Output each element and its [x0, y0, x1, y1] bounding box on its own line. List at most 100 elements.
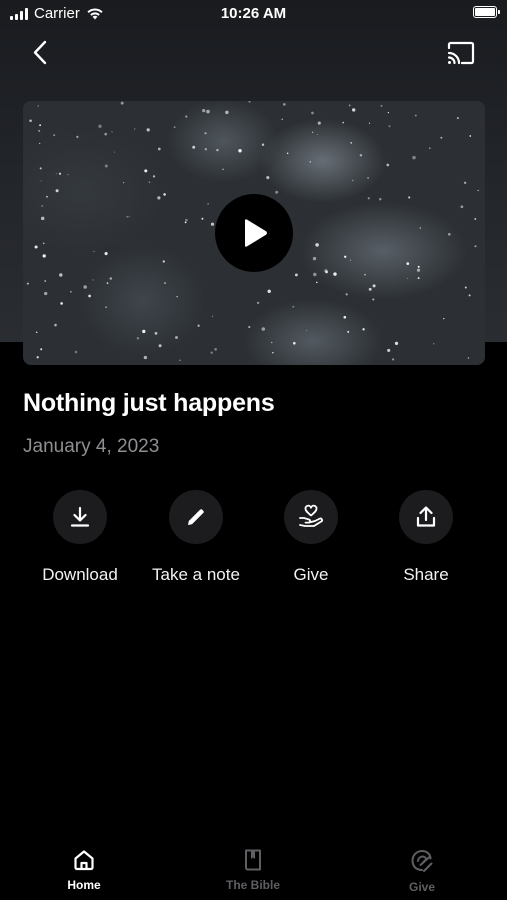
snow-fleck [448, 233, 451, 236]
snow-fleck [93, 250, 95, 253]
video-player[interactable] [23, 101, 485, 365]
tab-give[interactable]: Give [362, 848, 482, 894]
sermon-title: Nothing just happens [23, 389, 275, 417]
snow-fleck [469, 135, 472, 137]
snow-fleck [176, 295, 178, 298]
snow-fleck [44, 280, 46, 282]
snow-fleck [201, 217, 204, 220]
snow-fleck [216, 148, 219, 152]
snow-fleck [407, 277, 409, 279]
snow-fleck [345, 293, 348, 296]
snow-fleck [477, 189, 479, 192]
snow-fleck [104, 132, 108, 136]
snow-fleck [311, 131, 314, 133]
snow-fleck [70, 290, 72, 293]
snow-fleck [359, 154, 363, 157]
snow-fleck [152, 175, 156, 178]
snow-fleck [142, 329, 146, 334]
snow-fleck [123, 182, 125, 184]
snow-fleck [419, 227, 422, 229]
snow-fleck [38, 129, 41, 132]
snow-fleck [261, 327, 266, 331]
play-icon [245, 219, 267, 247]
play-button[interactable] [215, 194, 293, 272]
snow-fleck [283, 103, 286, 106]
snow-fleck [272, 351, 274, 354]
snow-fleck [41, 204, 44, 207]
snow-fleck [98, 124, 102, 128]
snow-fleck [443, 317, 445, 320]
snow-fleck [204, 132, 207, 135]
snow-fleck [136, 337, 140, 340]
download-button[interactable]: Download [20, 490, 140, 585]
snow-fleck [60, 302, 63, 305]
snow-fleck [55, 189, 59, 193]
snow-fleck [173, 126, 176, 128]
book-icon [245, 849, 261, 871]
snow-fleck [417, 277, 420, 280]
screen: Carrier 10:26 AM Nothing just happens Ja… [0, 0, 507, 900]
cast-button[interactable] [446, 40, 476, 66]
snow-fleck [42, 254, 46, 258]
snow-fleck [343, 315, 347, 319]
snow-fleck [248, 325, 251, 329]
back-button[interactable] [28, 38, 54, 68]
snow-fleck [417, 265, 420, 268]
snow-fleck [352, 108, 356, 112]
snow-fleck [286, 152, 289, 155]
status-time: 10:26 AM [220, 5, 287, 22]
snow-fleck [144, 169, 148, 173]
download-circle [53, 490, 107, 544]
snow-fleck [40, 216, 45, 221]
snow-fleck [362, 328, 365, 331]
snow-fleck [158, 344, 162, 348]
snow-fleck [368, 287, 372, 291]
download-label: Download [42, 565, 118, 584]
snow-fleck [428, 147, 431, 150]
give-button[interactable]: Give [251, 490, 371, 585]
snow-fleck [460, 205, 464, 209]
snow-fleck [412, 155, 416, 160]
pencil-icon [188, 509, 204, 525]
tab-the-bible[interactable]: The Bible [193, 848, 313, 892]
snow-fleck [270, 341, 273, 344]
take-note-button[interactable]: Take a note [136, 490, 256, 585]
snow-fleck [163, 282, 167, 285]
snow-fleck [394, 341, 399, 346]
snow-fleck [154, 332, 158, 335]
snow-fleck [35, 331, 38, 334]
snow-fleck [386, 163, 390, 167]
snow-fleck [46, 195, 48, 198]
snow-fleck [55, 173, 57, 175]
share-button[interactable]: Share [366, 490, 486, 585]
tab-give-label: Give [408, 880, 435, 894]
share-circle [399, 490, 453, 544]
snow-fleck [120, 101, 124, 105]
snow-fleck [214, 348, 217, 351]
snow-fleck [372, 298, 375, 301]
give-circle [284, 490, 338, 544]
tab-home[interactable]: Home [24, 848, 144, 892]
home-icon [74, 850, 94, 871]
snow-fleck [344, 255, 347, 258]
snow-fleck [388, 125, 391, 128]
snow-fleck [312, 256, 317, 261]
snow-fleck [113, 151, 115, 153]
snow-fleck [92, 279, 94, 281]
snow-fleck [349, 259, 352, 261]
snow-fleck [311, 111, 314, 115]
snow-fleck [364, 273, 366, 276]
share-icon [416, 506, 436, 527]
snow-fleck [387, 348, 391, 352]
snow-fleck [248, 101, 251, 103]
snow-fleck [128, 216, 130, 218]
snow-fleck [40, 348, 43, 351]
snow-fleck [59, 273, 63, 277]
tab-home-label: Home [67, 878, 101, 892]
status-bar: Carrier 10:26 AM [0, 0, 507, 28]
snow-fleck [316, 281, 318, 284]
snow-fleck [67, 174, 69, 176]
snow-fleck [39, 142, 41, 145]
snow-fleck [83, 285, 87, 289]
snow-fleck [143, 355, 148, 360]
